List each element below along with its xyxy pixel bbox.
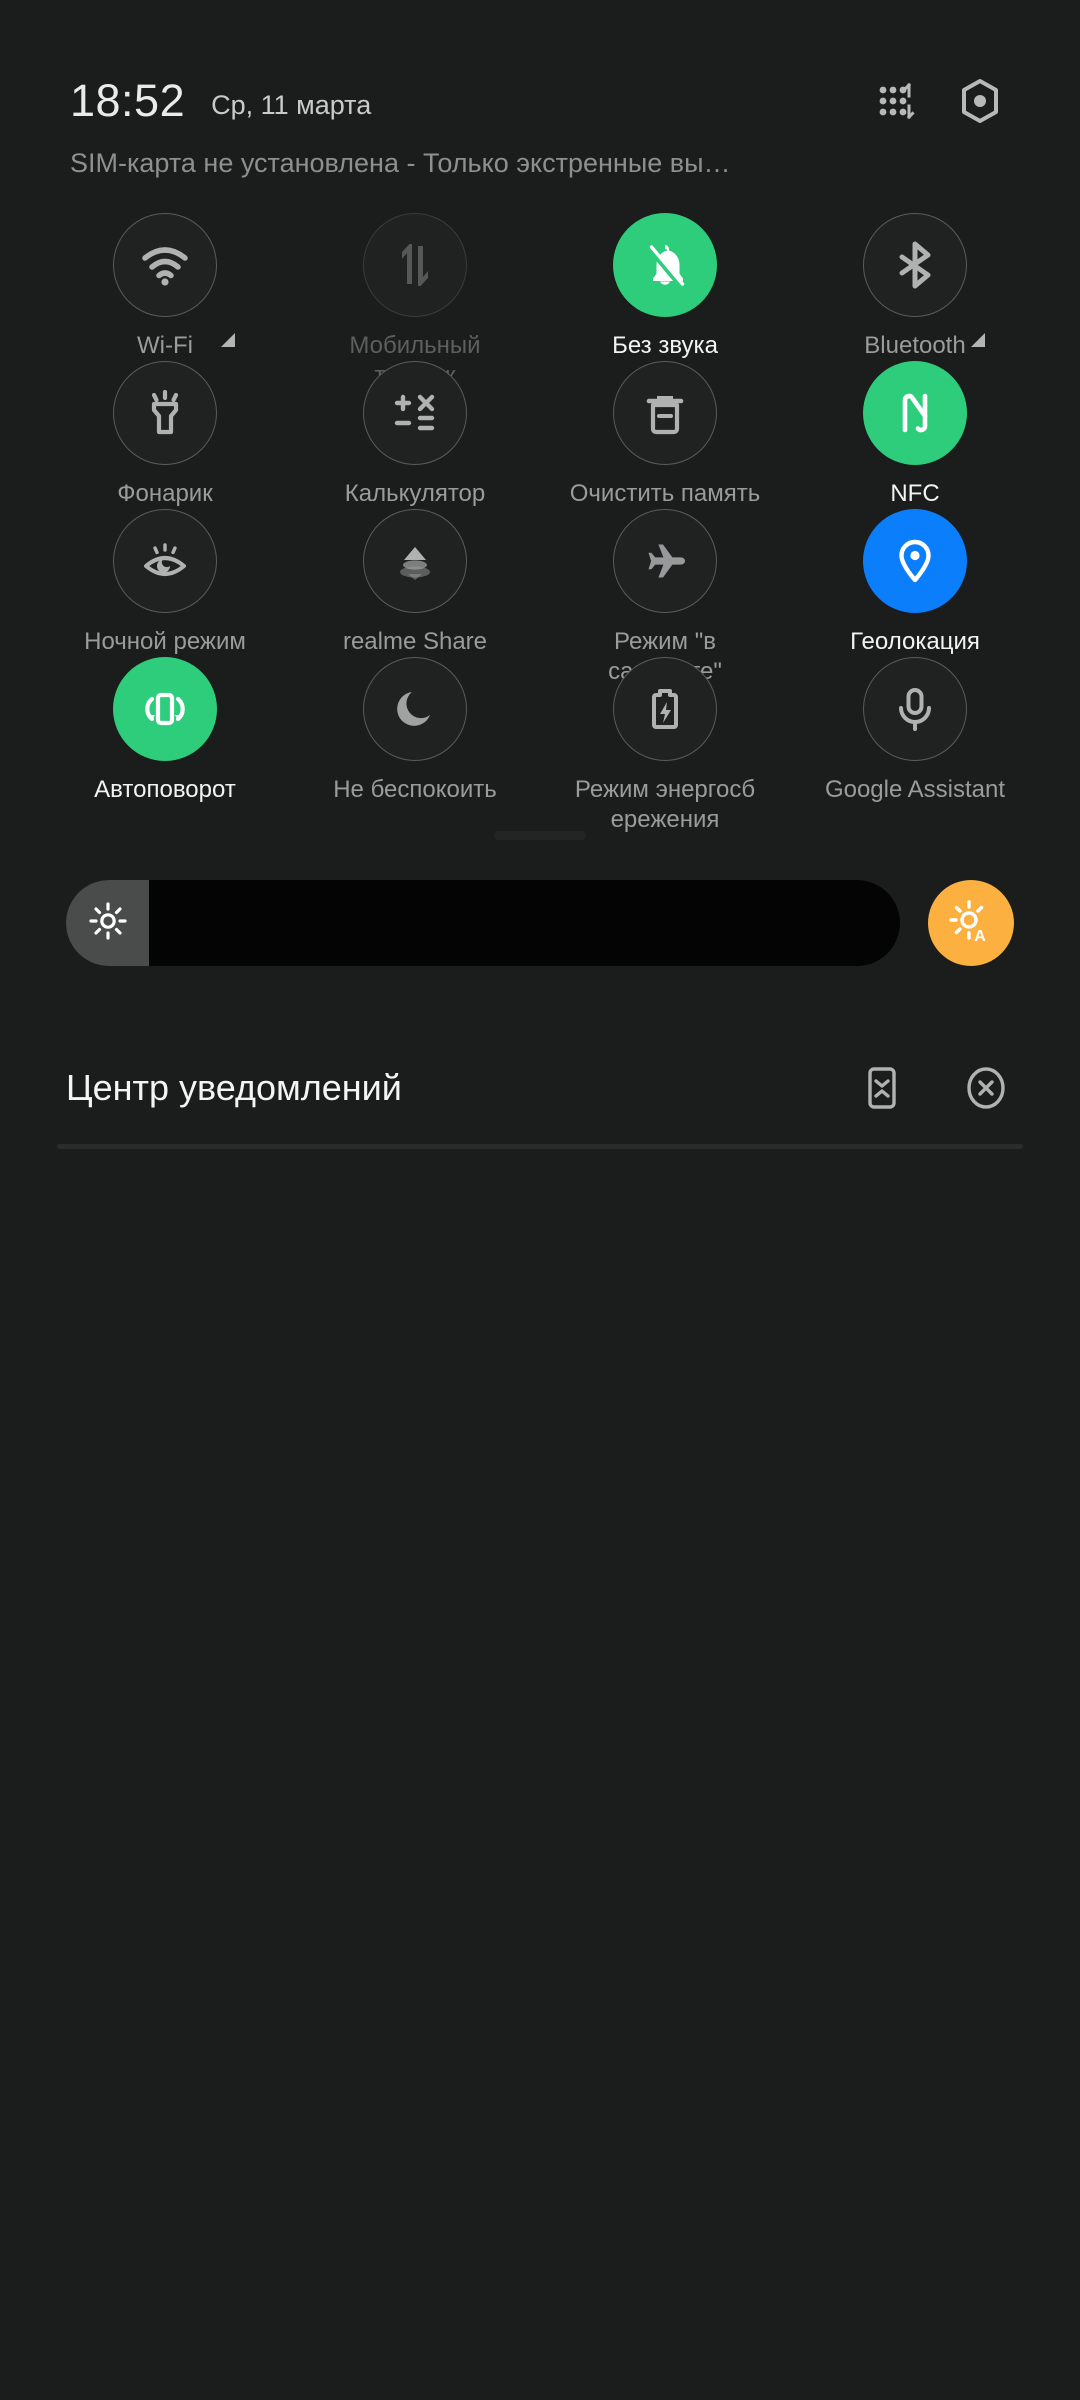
- status-header-row: 18:52 Ср, 11 марта: [70, 72, 1010, 130]
- tile-clear-memory[interactable]: Очистить память: [540, 361, 790, 509]
- quick-settings-tile-grid: Wi-Fi Мобильный трафик: [0, 213, 1080, 833]
- tile-bluetooth[interactable]: Bluetooth: [790, 213, 1040, 361]
- location-pin-icon: [890, 536, 940, 586]
- brightness-row: A: [0, 880, 1080, 966]
- tile-realme-share[interactable]: realme Share: [290, 509, 540, 657]
- brightness-auto-icon: A: [946, 896, 996, 951]
- tile-google-assistant-label: Google Assistant: [824, 776, 1006, 803]
- tile-wifi-label: Wi-Fi: [137, 332, 193, 359]
- tile-nfc[interactable]: NFC: [790, 361, 1040, 509]
- wifi-icon: [138, 238, 192, 292]
- trash-clean-icon: [640, 388, 690, 438]
- tile-auto-rotate-circle[interactable]: [113, 657, 217, 761]
- mobile-data-icon: [390, 240, 440, 290]
- night-eye-icon: [139, 535, 191, 587]
- tile-do-not-disturb[interactable]: Не беспокоить: [290, 657, 540, 805]
- tile-flashlight-label: Фонарик: [117, 480, 213, 507]
- calculator-icon: [390, 388, 440, 438]
- tile-night-mode-circle[interactable]: [113, 509, 217, 613]
- tile-bluetooth-label: Bluetooth: [864, 332, 966, 359]
- tile-battery-saver[interactable]: Режим энергосб ережения: [540, 657, 790, 833]
- tile-wifi-expand-icon[interactable]: [221, 333, 235, 347]
- tile-calculator-circle[interactable]: [363, 361, 467, 465]
- moon-icon: [390, 684, 440, 734]
- tile-mobile-data-circle[interactable]: [363, 213, 467, 317]
- tile-battery-saver-circle[interactable]: [613, 657, 717, 761]
- notification-center-header: Центр уведомлений: [0, 1060, 1080, 1116]
- tile-silent-mode-label: Без звука: [612, 332, 718, 359]
- settings-hex-icon[interactable]: [950, 71, 1010, 131]
- tile-silent-mode-circle[interactable]: [613, 213, 717, 317]
- svg-text:A: A: [974, 928, 986, 945]
- tile-nfc-circle[interactable]: [863, 361, 967, 465]
- flashlight-icon: [140, 388, 190, 438]
- bell-muted-icon: [639, 239, 691, 291]
- tile-calculator-label: Калькулятор: [344, 480, 486, 507]
- notification-center-divider: [57, 1144, 1023, 1149]
- tile-location-circle[interactable]: [863, 509, 967, 613]
- tile-bluetooth-circle[interactable]: [863, 213, 967, 317]
- quick-settings-panel: 18:52 Ср, 11 марта SIM-карта не установл…: [0, 0, 1080, 2400]
- date-label: Ср, 11 марта: [211, 89, 372, 120]
- microphone-icon: [890, 684, 940, 734]
- tile-auto-rotate-label: Автоповорот: [94, 776, 236, 803]
- realme-share-icon: [390, 536, 440, 586]
- tile-clear-memory-label: Очистить память: [569, 480, 761, 507]
- tile-auto-rotate[interactable]: Автоповорот: [40, 657, 290, 805]
- tile-silent-mode[interactable]: Без звука: [540, 213, 790, 361]
- notification-settings-icon[interactable]: [854, 1060, 910, 1116]
- tile-battery-saver-label: Режим энергосб ережения: [574, 776, 756, 833]
- tile-google-assistant[interactable]: Google Assistant: [790, 657, 1040, 805]
- status-header: 18:52 Ср, 11 марта SIM-карта не установл…: [0, 0, 1080, 179]
- tile-realme-share-label: realme Share: [342, 628, 488, 655]
- tile-calculator[interactable]: Калькулятор: [290, 361, 540, 509]
- auto-brightness-button[interactable]: A: [928, 880, 1014, 966]
- tile-bluetooth-expand-icon[interactable]: [971, 333, 985, 347]
- brightness-slider-fill[interactable]: [66, 880, 150, 966]
- clear-all-icon[interactable]: [958, 1060, 1014, 1116]
- edit-tiles-icon[interactable]: [866, 71, 926, 131]
- nfc-icon: [890, 388, 940, 438]
- clock: 18:52: [70, 75, 186, 126]
- tile-nfc-label: NFC: [890, 480, 940, 507]
- auto-rotate-icon: [138, 682, 192, 736]
- tile-do-not-disturb-circle[interactable]: [363, 657, 467, 761]
- brightness-sun-icon: [86, 899, 130, 948]
- tile-clear-memory-circle[interactable]: [613, 361, 717, 465]
- tile-location-label: Геолокация: [850, 628, 980, 655]
- tile-night-mode-label: Ночной режим: [84, 628, 246, 655]
- brightness-slider[interactable]: [66, 880, 900, 966]
- tile-airplane-mode-circle[interactable]: [613, 509, 717, 613]
- battery-saver-icon: [640, 684, 690, 734]
- tile-realme-share-circle[interactable]: [363, 509, 467, 613]
- tile-wifi-circle[interactable]: [113, 213, 217, 317]
- notification-center-title: Центр уведомлений: [66, 1067, 402, 1108]
- tile-flashlight[interactable]: Фонарик: [40, 361, 290, 509]
- tile-location[interactable]: Геолокация: [790, 509, 1040, 657]
- bluetooth-icon: [890, 240, 940, 290]
- tile-night-mode[interactable]: Ночной режим: [40, 509, 290, 657]
- tile-flashlight-circle[interactable]: [113, 361, 217, 465]
- panel-drag-handle-wrap: [0, 831, 1080, 840]
- airplane-icon: [639, 535, 691, 587]
- tile-airplane-mode[interactable]: Режим "в самолете": [540, 509, 790, 685]
- tile-google-assistant-circle[interactable]: [863, 657, 967, 761]
- tile-wifi[interactable]: Wi-Fi: [40, 213, 290, 361]
- sim-status-text: SIM-карта не установлена - Только экстре…: [70, 148, 731, 178]
- tile-do-not-disturb-label: Не беспокоить: [333, 776, 497, 803]
- tile-mobile-data[interactable]: Мобильный трафик: [290, 213, 540, 389]
